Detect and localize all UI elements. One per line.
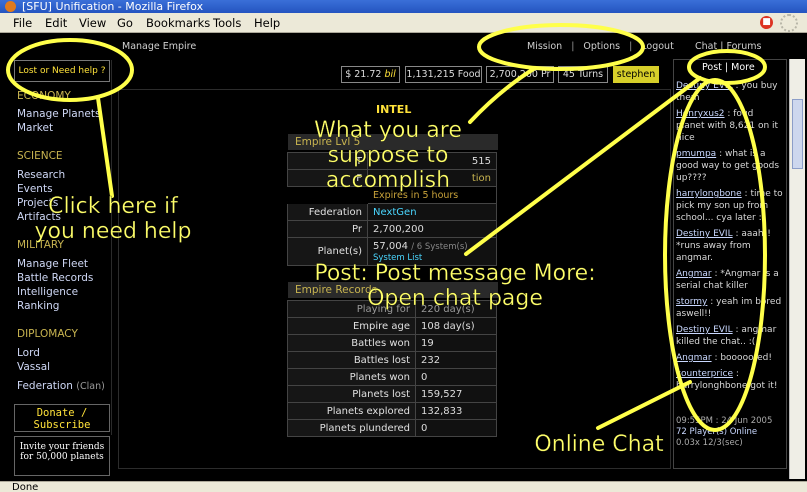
nav-manage-planets[interactable]: Manage Planets	[17, 108, 100, 120]
chat-footer: 09:55PM : 24 Jun 2005 72 Player(s) Onlin…	[676, 416, 784, 449]
nav-intelligence[interactable]: Intelligence	[17, 286, 78, 298]
firefox-icon	[5, 1, 16, 12]
menu-tools[interactable]: Tools	[213, 13, 241, 33]
money-unit: bil	[384, 69, 396, 80]
federation-value[interactable]: NextGen	[367, 203, 497, 221]
status-bar: Done	[0, 481, 807, 492]
menu-go[interactable]: Go	[117, 13, 133, 33]
manage-empire-link[interactable]: Manage Empire	[122, 41, 196, 52]
nav-vassal[interactable]: Vassal	[17, 361, 50, 373]
record-row: Planets lost 159,527	[287, 385, 497, 403]
planets-count: 57,004	[373, 240, 408, 252]
science-heading: SCIENCE	[17, 150, 63, 162]
scrollbar-thumb[interactable]	[792, 99, 803, 169]
user-badge[interactable]: stephen	[613, 66, 659, 83]
record-row: Battles won 19	[287, 334, 497, 352]
record-row: Empire age 108 day(s)	[287, 317, 497, 335]
menu-file[interactable]: File	[13, 13, 32, 33]
record-row: Battles lost 232	[287, 351, 497, 369]
record-row: Planets explored 132,833	[287, 402, 497, 420]
options-link[interactable]: Options	[583, 41, 620, 52]
left-nav: Lost or Need help ? ECONOMY Manage Plane…	[12, 60, 112, 435]
help-annotation: Click here if you need help	[34, 194, 192, 244]
nav-manage-fleet[interactable]: Manage Fleet	[17, 258, 88, 270]
money-stat: $ 21.72 bil	[341, 66, 400, 83]
mission-link[interactable]: Mission	[527, 41, 562, 52]
record-row: Planets plundered 0	[287, 419, 497, 437]
nav-battle-records[interactable]: Battle Records	[17, 272, 93, 284]
chat-message: Angmar : *Angmar is a serial chat killer	[676, 269, 779, 291]
invite-button[interactable]: Invite your friends for 50,000 planets	[14, 436, 110, 476]
chat-time: 09:55PM : 24 Jun 2005	[676, 416, 773, 426]
records-table: Playing for 220 day(s) Empire age 108 day(…	[287, 300, 497, 437]
pr-stat: 2,700,200 Pr	[486, 66, 554, 83]
chat-message: pmumpa : what is a good way to get goods…	[676, 149, 780, 183]
record-row: Planets won 0	[287, 368, 497, 386]
chat-message: Destiny EVIL : aaah!! *runs away from an…	[676, 229, 771, 263]
food-stat: 1,131,215 Food	[405, 66, 482, 83]
chat-messages: Destiny EVIL : you buy them Henryxus2 : …	[676, 80, 784, 396]
logout-link[interactable]: Logout	[641, 41, 674, 52]
intel-title: INTEL	[376, 103, 412, 116]
systems-count: / 6 System(s)	[411, 241, 468, 252]
chat-message: Destiny EVIL : you buy them	[676, 81, 778, 103]
menu-edit[interactable]: Edit	[45, 13, 67, 33]
chat-rate: 0.03x 12/3(sec)	[676, 438, 743, 448]
donate-button[interactable]: Donate / Subscribe	[14, 404, 110, 432]
title-bar: [SFU] Unification - Mozilla Firefox	[0, 0, 807, 13]
pr-value: 2,700,200	[367, 220, 497, 238]
players-online[interactable]: 72 Player(s) Online	[676, 427, 784, 438]
chat-annotation: Online Chat	[534, 432, 664, 457]
menu-bookmarks[interactable]: Bookmarks	[146, 13, 210, 33]
turns-stat: 45 Turns	[558, 66, 608, 83]
stop-icon[interactable]: ■	[760, 16, 773, 29]
diplomacy-heading: DIPLOMACY	[17, 328, 78, 340]
chat-buttons[interactable]: Post | More	[674, 60, 786, 76]
nav-market[interactable]: Market	[17, 122, 53, 134]
web-page: Manage Empire Mission | Options | Logout Cha…	[0, 34, 807, 481]
chat-forums-links[interactable]: Chat | Forums	[695, 41, 762, 52]
chat-message: Destiny EVIL : angmar killed the chat.. …	[676, 325, 777, 347]
chat-panel: Post | More Destiny EVIL : you buy them …	[673, 59, 787, 469]
menu-help[interactable]: Help	[254, 13, 280, 33]
economy-heading: ECONOMY	[17, 90, 71, 102]
page-scrollbar[interactable]	[789, 59, 805, 479]
top-nav: Mission | Options | Logout	[527, 41, 674, 52]
post-annotation: Post: Post message More: Open chat page	[314, 261, 596, 311]
chat-message: counterprice : harrylonghbone got it!	[676, 369, 778, 391]
nav-ranking[interactable]: Ranking	[17, 300, 59, 312]
mission-annotation: What you are suppose to accomplish	[314, 118, 462, 193]
menu-bar: File Edit View Go Bookmarks Tools Help ■	[0, 13, 807, 33]
clan-label: (Clan)	[76, 381, 105, 392]
help-button[interactable]: Lost or Need help ?	[14, 60, 110, 82]
pr-key: Pr	[287, 220, 368, 238]
chat-message: Henryxus2 : foud planet with 8,621 on it…	[676, 109, 779, 143]
browser-window: [SFU] Unification - Mozilla Firefox File…	[0, 0, 807, 492]
nav-federation[interactable]: Federation (Clan)	[17, 380, 105, 392]
window-title: [SFU] Unification - Mozilla Firefox	[22, 0, 204, 13]
chat-message: harrylongbone : time to pick my son up f…	[676, 189, 783, 223]
chat-message: Angmar : booooored!	[676, 353, 772, 363]
chat-message: stormy : yeah im bored aswell!!	[676, 297, 782, 319]
federation-label: Federation	[17, 380, 73, 392]
nav-research[interactable]: Research	[17, 169, 65, 181]
nav-lord[interactable]: Lord	[17, 347, 40, 359]
menu-view[interactable]: View	[79, 13, 106, 33]
money-value: $ 21.72	[345, 69, 382, 80]
throbber-icon	[780, 14, 798, 32]
federation-key: Federation	[287, 203, 368, 221]
